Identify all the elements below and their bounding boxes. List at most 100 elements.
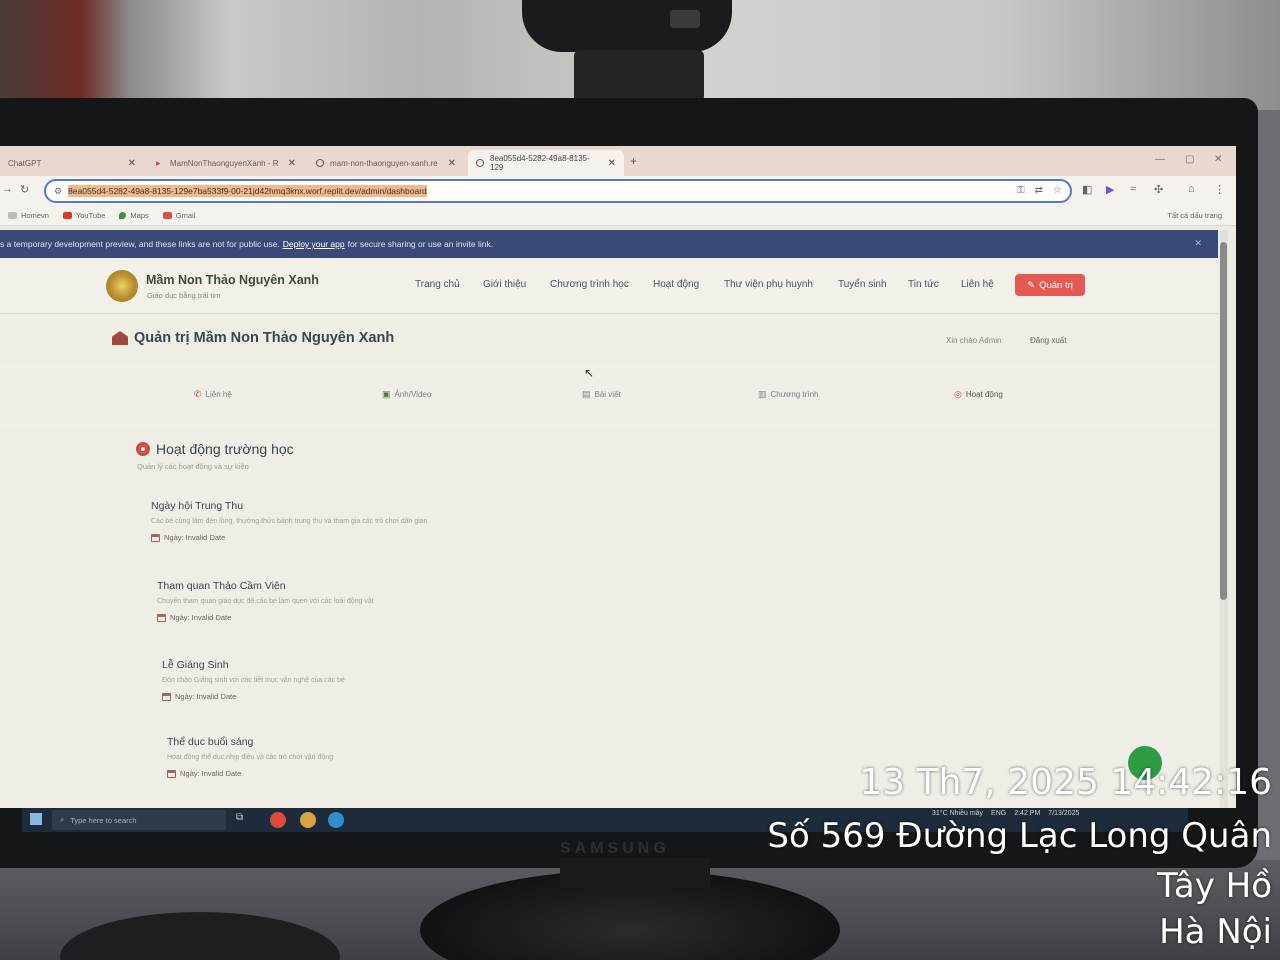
tab-replit-project[interactable]: ▸ MamNonThaonguyenXanh - R ✕ xyxy=(148,150,304,176)
taskbar-search[interactable]: ⌕ Type here to search xyxy=(52,810,226,830)
image-icon: ▣ xyxy=(382,389,391,399)
menu-dots-icon[interactable]: ⋮ xyxy=(1214,183,1225,196)
gmail-icon xyxy=(162,212,172,219)
bookmark-homevn[interactable]: Homevn xyxy=(8,211,49,220)
activities-panel: Hoạt động trường học Quản lý các hoạt độ… xyxy=(0,428,1218,808)
address-bar[interactable]: ⚙ 8ea055d4-5282-49a8-8135-129e7ba533f9-0… xyxy=(44,179,1072,203)
minimize-icon[interactable]: — xyxy=(1155,154,1165,165)
tab-label: ChatGPT xyxy=(8,158,42,168)
close-icon[interactable]: ✕ xyxy=(128,158,136,169)
activity-item[interactable]: Thể dục buổi sáng Hoạt động thể dục nhịp… xyxy=(167,736,333,778)
puzzle-icon[interactable]: ✣ xyxy=(1154,183,1163,196)
tab-label: mam-non-thaonguyen-xanh.re xyxy=(330,158,438,168)
admin-button[interactable]: ✎ Quản trị xyxy=(1015,274,1085,296)
site-header: Mầm Non Thảo Nguyên Xanh Giáo dục bằng t… xyxy=(0,258,1218,314)
homevn-icon xyxy=(8,212,17,219)
extension-icon[interactable]: ▶ xyxy=(1106,183,1114,196)
calendar-icon xyxy=(151,533,160,542)
logout-button[interactable]: Đăng xuất xyxy=(1030,336,1066,345)
book-icon: ▥ xyxy=(758,389,767,399)
photo-city: Hà Nội xyxy=(1159,912,1272,952)
nav-activities[interactable]: Hoạt động xyxy=(653,279,699,290)
bookmark-youtube[interactable]: YouTube xyxy=(62,211,105,220)
tab-label: 8ea055d4-5282-49a8-8135-129 xyxy=(490,154,590,172)
nav-contact[interactable]: Liên hệ xyxy=(961,279,994,290)
nav-parent-library[interactable]: Thư viện phụ huynh xyxy=(724,279,813,290)
site-info-icon[interactable]: ⚙ xyxy=(54,186,62,197)
close-icon[interactable]: ✕ xyxy=(608,158,616,169)
url-text[interactable]: 8ea055d4-5282-49a8-8135-129e7ba533f9-00-… xyxy=(68,185,427,197)
nav-about[interactable]: Giới thiệu xyxy=(483,279,526,290)
task-view-icon[interactable]: ⧉ xyxy=(236,812,252,828)
webcam-mount xyxy=(574,50,704,102)
screen: ChatGPT ✕ ▸ MamNonThaonguyenXanh - R ✕ m… xyxy=(0,146,1236,808)
maximize-icon[interactable]: ▢ xyxy=(1185,154,1194,165)
activity-item[interactable]: Ngày hội Trung Thu Các bé cùng làm đèn l… xyxy=(151,500,428,542)
youtube-icon xyxy=(62,212,72,219)
activity-item[interactable]: Tham quan Thảo Cầm Viên Chuyến tham quan… xyxy=(157,580,374,622)
activity-item[interactable]: Lễ Giáng Sinh Đón chào Giáng sinh với cá… xyxy=(162,659,345,701)
translate-icon[interactable]: ⇄ xyxy=(1035,185,1043,196)
nav-home[interactable]: Trang chủ xyxy=(415,279,460,290)
tab-chatgpt[interactable]: ChatGPT ✕ xyxy=(0,150,144,176)
nav-news[interactable]: Tin tức xyxy=(908,279,939,290)
scrollbar-thumb[interactable] xyxy=(1220,242,1227,600)
monitor-brand: SAMSUNG xyxy=(560,840,670,857)
tab-site[interactable]: mam-non-thaonguyen-xanh.re ✕ xyxy=(308,150,464,176)
forward-icon[interactable]: → xyxy=(2,183,13,195)
replit-icon: ▸ xyxy=(156,158,161,168)
tab-programs[interactable]: ▥ Chương trình xyxy=(758,389,818,400)
calendar-icon xyxy=(167,769,176,778)
admin-header: Quản trị Mầm Non Thảo Nguyên Xanh Xin ch… xyxy=(0,314,1218,364)
close-icon[interactable]: ✕ xyxy=(288,158,296,169)
section-title: Hoạt động trường học xyxy=(136,441,294,457)
webcam xyxy=(522,0,732,52)
bookmark-gmail[interactable]: Gmail xyxy=(162,211,195,220)
activity-name: Lễ Giáng Sinh xyxy=(162,659,229,671)
extension-icon[interactable]: ◧ xyxy=(1082,183,1092,196)
close-window-icon[interactable]: ✕ xyxy=(1214,154,1222,165)
banner-text: s a temporary development preview, and t… xyxy=(0,239,280,249)
webcam-lens xyxy=(670,10,700,28)
activity-date: Ngày: Invalid Date xyxy=(151,533,428,542)
profile-icon[interactable]: ⌂ xyxy=(1188,183,1195,195)
activity-date: Ngày: Invalid Date xyxy=(167,769,333,778)
banner-text: for secure sharing or use an invite link… xyxy=(347,239,494,249)
activity-date: Ngày: Invalid Date xyxy=(157,613,374,622)
school-logo[interactable] xyxy=(106,270,138,302)
deploy-link[interactable]: Deploy your app xyxy=(283,239,345,249)
edge-icon[interactable] xyxy=(328,812,344,828)
all-bookmarks[interactable]: Tất cả dấu trang xyxy=(1167,211,1222,220)
admin-greeting: Xin chào Admin xyxy=(946,336,1002,345)
tab-media[interactable]: ▣ Ảnh/Video xyxy=(382,389,431,400)
phone-icon: ✆ xyxy=(194,389,202,399)
tab-activities[interactable]: ◎ Hoạt động xyxy=(954,389,1003,400)
chrome-icon[interactable] xyxy=(300,812,316,828)
activity-description: Các bé cùng làm đèn lồng, thưởng thức bá… xyxy=(151,518,428,525)
browser-tabstrip: ChatGPT ✕ ▸ MamNonThaonguyenXanh - R ✕ m… xyxy=(0,146,1236,176)
new-tab-button[interactable]: + xyxy=(630,154,637,168)
tab-admin-dashboard[interactable]: 8ea055d4-5282-49a8-8135-129 ✕ xyxy=(468,150,624,176)
photo-address: Số 569 Đường Lạc Long Quân xyxy=(767,816,1272,856)
school-icon xyxy=(112,331,128,345)
tab-contacts[interactable]: ✆ Liên hệ xyxy=(194,389,232,400)
photo-timestamp: 13 Th7, 2025 14:42:16 xyxy=(859,762,1272,803)
password-key-icon[interactable]: ⚿ xyxy=(1017,185,1025,196)
address-bar-row: → ↻ ⚙ 8ea055d4-5282-49a8-8135-129e7ba533… xyxy=(0,176,1236,206)
mouse-cursor-icon: ↖ xyxy=(584,366,595,380)
extension-icon[interactable]: ≈ xyxy=(1130,183,1136,195)
tab-posts[interactable]: ▤ Bài viết xyxy=(582,389,621,400)
close-icon[interactable]: ✕ xyxy=(448,158,456,169)
site-name[interactable]: Mầm Non Thảo Nguyên Xanh xyxy=(146,273,319,287)
activity-description: Hoạt động thể dục nhịp điệu và các trò c… xyxy=(167,754,334,761)
globe-icon xyxy=(316,159,324,167)
bookmark-star-icon[interactable]: ☆ xyxy=(1053,185,1062,196)
nav-admissions[interactable]: Tuyển sinh xyxy=(838,279,887,290)
nav-curriculum[interactable]: Chương trình học xyxy=(550,279,629,290)
reload-icon[interactable]: ↻ xyxy=(20,183,29,196)
windows-start-icon[interactable] xyxy=(30,813,42,825)
calendar-icon xyxy=(157,613,166,622)
chrome-icon[interactable] xyxy=(270,812,286,828)
bookmark-maps[interactable]: Maps xyxy=(119,211,149,220)
close-icon[interactable]: ✕ xyxy=(1194,238,1202,249)
